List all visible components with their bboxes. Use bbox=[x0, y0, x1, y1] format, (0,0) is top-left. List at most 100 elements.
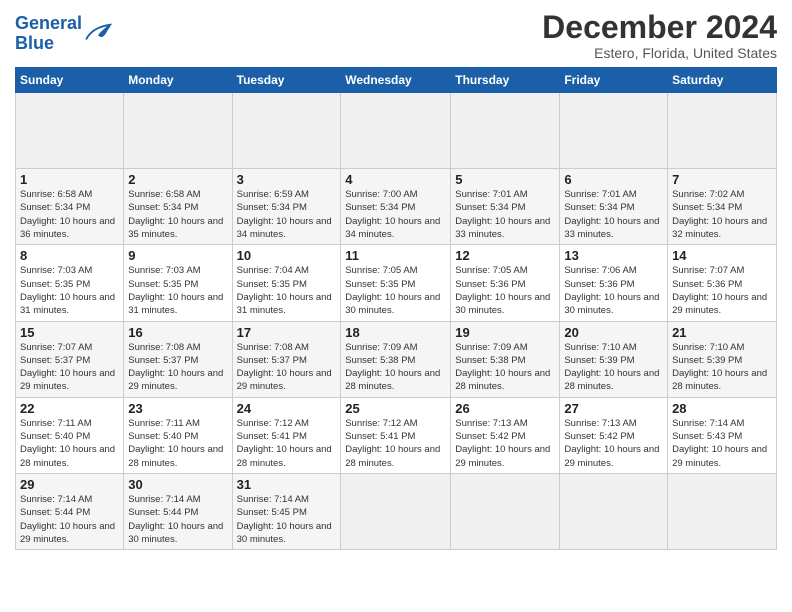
calendar-cell bbox=[668, 93, 777, 169]
calendar-cell: 7 Sunrise: 7:02 AMSunset: 5:34 PMDaylight… bbox=[668, 169, 777, 245]
logo-text: General Blue bbox=[15, 14, 82, 54]
calendar-cell: 9 Sunrise: 7:03 AMSunset: 5:35 PMDaylight… bbox=[124, 245, 232, 321]
calendar-cell: 19 Sunrise: 7:09 AMSunset: 5:38 PMDayligh… bbox=[451, 321, 560, 397]
calendar-cell: 20 Sunrise: 7:10 AMSunset: 5:39 PMDayligh… bbox=[560, 321, 668, 397]
calendar-cell bbox=[560, 473, 668, 549]
calendar-cell: 17 Sunrise: 7:08 AMSunset: 5:37 PMDayligh… bbox=[232, 321, 341, 397]
day-number: 18 bbox=[345, 325, 446, 340]
day-detail: Sunrise: 7:09 AMSunset: 5:38 PMDaylight:… bbox=[345, 342, 440, 393]
calendar-cell: 29 Sunrise: 7:14 AMSunset: 5:44 PMDayligh… bbox=[16, 473, 124, 549]
day-number: 4 bbox=[345, 172, 446, 187]
day-detail: Sunrise: 6:58 AMSunset: 5:34 PMDaylight:… bbox=[128, 189, 223, 240]
calendar-cell: 25 Sunrise: 7:12 AMSunset: 5:41 PMDayligh… bbox=[341, 397, 451, 473]
day-number: 9 bbox=[128, 248, 227, 263]
day-number: 7 bbox=[672, 172, 772, 187]
month-title: December 2024 bbox=[542, 10, 777, 45]
day-detail: Sunrise: 7:10 AMSunset: 5:39 PMDaylight:… bbox=[672, 342, 767, 393]
day-number: 19 bbox=[455, 325, 555, 340]
day-detail: Sunrise: 7:05 AMSunset: 5:35 PMDaylight:… bbox=[345, 265, 440, 316]
calendar-table: Sunday Monday Tuesday Wednesday Thursday… bbox=[15, 67, 777, 550]
day-detail: Sunrise: 7:12 AMSunset: 5:41 PMDaylight:… bbox=[345, 418, 440, 469]
calendar-cell: 27Sunrise: 7:13 AMSunset: 5:42 PMDayligh… bbox=[560, 397, 668, 473]
day-number: 30 bbox=[128, 477, 227, 492]
day-detail: Sunrise: 7:14 AMSunset: 5:44 PMDaylight:… bbox=[20, 494, 115, 545]
header-row: Sunday Monday Tuesday Wednesday Thursday… bbox=[16, 68, 777, 93]
day-number: 26 bbox=[455, 401, 555, 416]
calendar-cell: 14 Sunrise: 7:07 AMSunset: 5:36 PMDayligh… bbox=[668, 245, 777, 321]
calendar-cell: 12Sunrise: 7:05 AMSunset: 5:36 PMDayligh… bbox=[451, 245, 560, 321]
day-detail: Sunrise: 7:14 AMSunset: 5:44 PMDaylight:… bbox=[128, 494, 223, 545]
calendar-cell: 18 Sunrise: 7:09 AMSunset: 5:38 PMDayligh… bbox=[341, 321, 451, 397]
calendar-week-0 bbox=[16, 93, 777, 169]
day-detail: Sunrise: 7:14 AMSunset: 5:45 PMDaylight:… bbox=[237, 494, 332, 545]
day-detail: Sunrise: 7:06 AMSunset: 5:36 PMDaylight:… bbox=[564, 265, 659, 316]
calendar-cell: 22 Sunrise: 7:11 AMSunset: 5:40 PMDayligh… bbox=[16, 397, 124, 473]
main-container: General Blue December 2024 Estero, Flori… bbox=[0, 0, 792, 560]
calendar-cell: 23 Sunrise: 7:11 AMSunset: 5:40 PMDayligh… bbox=[124, 397, 232, 473]
calendar-cell: 30 Sunrise: 7:14 AMSunset: 5:44 PMDayligh… bbox=[124, 473, 232, 549]
calendar-cell: 11Sunrise: 7:05 AMSunset: 5:35 PMDayligh… bbox=[341, 245, 451, 321]
day-detail: Sunrise: 7:10 AMSunset: 5:39 PMDaylight:… bbox=[564, 342, 659, 393]
day-detail: Sunrise: 7:08 AMSunset: 5:37 PMDaylight:… bbox=[237, 342, 332, 393]
day-number: 12 bbox=[455, 248, 555, 263]
calendar-cell bbox=[451, 93, 560, 169]
calendar-week-1: 1 Sunrise: 6:58 AMSunset: 5:34 PMDaylight… bbox=[16, 169, 777, 245]
day-detail: Sunrise: 7:13 AMSunset: 5:42 PMDaylight:… bbox=[455, 418, 550, 469]
day-detail: Sunrise: 7:02 AMSunset: 5:34 PMDaylight:… bbox=[672, 189, 767, 240]
day-detail: Sunrise: 7:11 AMSunset: 5:40 PMDaylight:… bbox=[128, 418, 223, 469]
day-number: 13 bbox=[564, 248, 663, 263]
calendar-cell: 1 Sunrise: 6:58 AMSunset: 5:34 PMDaylight… bbox=[16, 169, 124, 245]
day-number: 22 bbox=[20, 401, 119, 416]
calendar-cell: 21 Sunrise: 7:10 AMSunset: 5:39 PMDayligh… bbox=[668, 321, 777, 397]
day-detail: Sunrise: 7:12 AMSunset: 5:41 PMDaylight:… bbox=[237, 418, 332, 469]
day-number: 15 bbox=[20, 325, 119, 340]
day-detail: Sunrise: 6:58 AMSunset: 5:34 PMDaylight:… bbox=[20, 189, 115, 240]
calendar-cell bbox=[341, 93, 451, 169]
day-number: 2 bbox=[128, 172, 227, 187]
calendar-cell: 5 Sunrise: 7:01 AMSunset: 5:34 PMDaylight… bbox=[451, 169, 560, 245]
day-number: 17 bbox=[237, 325, 337, 340]
calendar-week-3: 15Sunrise: 7:07 AMSunset: 5:37 PMDayligh… bbox=[16, 321, 777, 397]
col-saturday: Saturday bbox=[668, 68, 777, 93]
day-number: 21 bbox=[672, 325, 772, 340]
calendar-week-2: 8Sunrise: 7:03 AMSunset: 5:35 PMDaylight… bbox=[16, 245, 777, 321]
calendar-cell: 31 Sunrise: 7:14 AMSunset: 5:45 PMDayligh… bbox=[232, 473, 341, 549]
day-number: 28 bbox=[672, 401, 772, 416]
calendar-cell: 10Sunrise: 7:04 AMSunset: 5:35 PMDayligh… bbox=[232, 245, 341, 321]
calendar-cell bbox=[232, 93, 341, 169]
col-wednesday: Wednesday bbox=[341, 68, 451, 93]
calendar-cell: 16Sunrise: 7:08 AMSunset: 5:37 PMDayligh… bbox=[124, 321, 232, 397]
day-number: 23 bbox=[128, 401, 227, 416]
day-number: 31 bbox=[237, 477, 337, 492]
calendar-cell: 8Sunrise: 7:03 AMSunset: 5:35 PMDaylight… bbox=[16, 245, 124, 321]
day-number: 25 bbox=[345, 401, 446, 416]
day-number: 14 bbox=[672, 248, 772, 263]
col-tuesday: Tuesday bbox=[232, 68, 341, 93]
calendar-week-5: 29 Sunrise: 7:14 AMSunset: 5:44 PMDayligh… bbox=[16, 473, 777, 549]
calendar-cell: 6Sunrise: 7:01 AMSunset: 5:34 PMDaylight… bbox=[560, 169, 668, 245]
header: General Blue December 2024 Estero, Flori… bbox=[15, 10, 777, 61]
location-title: Estero, Florida, United States bbox=[542, 45, 777, 61]
calendar-cell: 3Sunrise: 6:59 AMSunset: 5:34 PMDaylight… bbox=[232, 169, 341, 245]
calendar-cell: 13 Sunrise: 7:06 AMSunset: 5:36 PMDayligh… bbox=[560, 245, 668, 321]
day-detail: Sunrise: 7:01 AMSunset: 5:34 PMDaylight:… bbox=[455, 189, 550, 240]
calendar-cell: 15Sunrise: 7:07 AMSunset: 5:37 PMDayligh… bbox=[16, 321, 124, 397]
day-detail: Sunrise: 7:09 AMSunset: 5:38 PMDaylight:… bbox=[455, 342, 550, 393]
col-monday: Monday bbox=[124, 68, 232, 93]
day-number: 5 bbox=[455, 172, 555, 187]
day-number: 29 bbox=[20, 477, 119, 492]
day-number: 27 bbox=[564, 401, 663, 416]
day-detail: Sunrise: 7:14 AMSunset: 5:43 PMDaylight:… bbox=[672, 418, 767, 469]
day-detail: Sunrise: 7:11 AMSunset: 5:40 PMDaylight:… bbox=[20, 418, 115, 469]
day-number: 1 bbox=[20, 172, 119, 187]
day-detail: Sunrise: 7:07 AMSunset: 5:36 PMDaylight:… bbox=[672, 265, 767, 316]
day-detail: Sunrise: 7:03 AMSunset: 5:35 PMDaylight:… bbox=[128, 265, 223, 316]
calendar-cell bbox=[16, 93, 124, 169]
day-detail: Sunrise: 7:01 AMSunset: 5:34 PMDaylight:… bbox=[564, 189, 659, 240]
calendar-week-4: 22 Sunrise: 7:11 AMSunset: 5:40 PMDayligh… bbox=[16, 397, 777, 473]
day-number: 10 bbox=[237, 248, 337, 263]
calendar-cell bbox=[124, 93, 232, 169]
logo-bird-icon bbox=[84, 23, 112, 45]
day-number: 20 bbox=[564, 325, 663, 340]
day-detail: Sunrise: 7:00 AMSunset: 5:34 PMDaylight:… bbox=[345, 189, 440, 240]
